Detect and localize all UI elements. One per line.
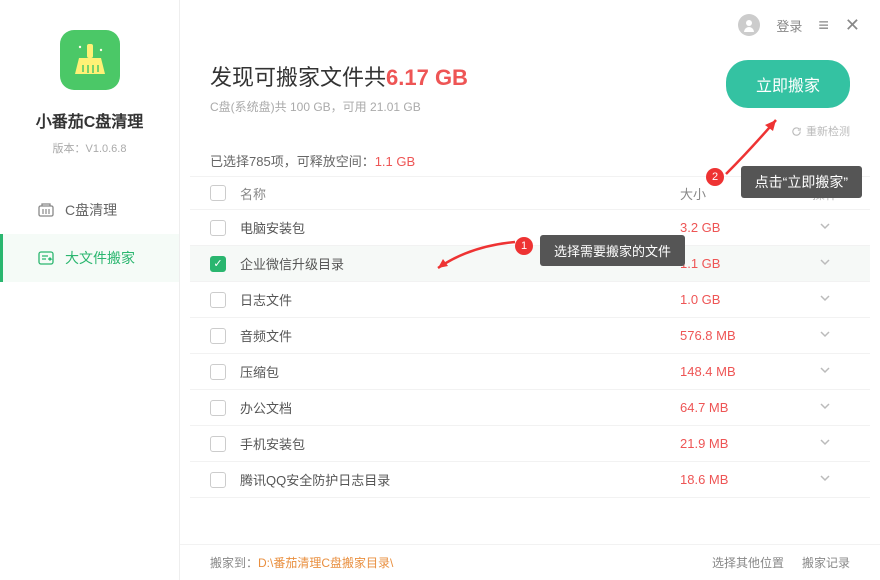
header-title-size: 6.17 GB (386, 65, 468, 90)
row-name: 日志文件 (240, 290, 680, 309)
row-checkbox[interactable] (210, 364, 226, 380)
table-body: 电脑安装包3.2 GB✓企业微信升级目录1.1 GB日志文件1.0 GB音频文件… (190, 210, 870, 498)
login-link[interactable]: 登录 (776, 16, 802, 35)
annotation-badge-1: 1 (515, 237, 533, 255)
header-left: 发现可搬家文件共6.17 GB C盘(系统盘)共 100 GB，可用 21.01… (210, 60, 726, 115)
nav: C盘清理 大文件搬家 (0, 186, 179, 282)
row-checkbox[interactable] (210, 472, 226, 488)
row-name: 音频文件 (240, 326, 680, 345)
app-root: 小番茄C盘清理 版本：V1.0.6.8 C盘清理 大文件搬家 登录 ≡ (0, 0, 880, 580)
menu-icon[interactable]: ≡ (818, 15, 829, 36)
main-panel: 登录 ≡ ✕ 发现可搬家文件共6.17 GB C盘(系统盘)共 100 GB，可… (180, 0, 880, 580)
move-history[interactable]: 搬家记录 (802, 554, 850, 571)
table-row[interactable]: 日志文件1.0 GB (190, 282, 870, 318)
nav-label: C盘清理 (65, 200, 117, 220)
row-checkbox[interactable] (210, 400, 226, 416)
row-checkbox[interactable] (210, 220, 226, 236)
titlebar: 登录 ≡ ✕ (180, 0, 880, 50)
status-value: 1.1 GB (375, 154, 415, 169)
annotation-tooltip-2: 点击“立即搬家” (741, 166, 862, 198)
chevron-down-icon (819, 328, 831, 340)
row-size: 148.4 MB (680, 364, 800, 379)
row-size: 3.2 GB (680, 220, 800, 235)
chevron-down-icon (819, 472, 831, 484)
chevron-down-icon (819, 436, 831, 448)
chevron-down-icon (819, 292, 831, 304)
file-table: 名称 大小 操作 电脑安装包3.2 GB✓企业微信升级目录1.1 GB日志文件1… (190, 176, 870, 544)
chevron-down-icon (819, 256, 831, 268)
header: 发现可搬家文件共6.17 GB C盘(系统盘)共 100 GB，可用 21.01… (180, 50, 880, 115)
row-size: 576.8 MB (680, 328, 800, 343)
row-name: 办公文档 (240, 398, 680, 417)
row-expand[interactable] (800, 256, 850, 271)
move-now-button[interactable]: 立即搬家 (726, 60, 850, 108)
app-version: 版本：V1.0.6.8 (53, 140, 127, 156)
annotation-tooltip-1: 选择需要搬家的文件 (540, 235, 685, 266)
dest-label: 搬家到： (210, 554, 258, 571)
nav-label: 大文件搬家 (65, 248, 135, 268)
row-name: 腾讯QQ安全防护日志目录 (240, 470, 680, 489)
row-checkbox[interactable] (210, 436, 226, 452)
chevron-down-icon (819, 220, 831, 232)
close-icon[interactable]: ✕ (845, 15, 860, 36)
broom-icon (71, 41, 109, 79)
nav-item-disk-clean[interactable]: C盘清理 (0, 186, 179, 234)
row-expand[interactable] (800, 328, 850, 343)
row-size: 21.9 MB (680, 436, 800, 451)
avatar[interactable] (738, 14, 760, 36)
row-checkbox[interactable] (210, 292, 226, 308)
status-prefix: 已选择785项，可释放空间： (210, 154, 375, 169)
table-row[interactable]: 办公文档64.7 MB (190, 390, 870, 426)
dest-path[interactable]: D:\番茄清理C盘搬家目录\ (258, 554, 393, 571)
row-checkbox[interactable] (210, 328, 226, 344)
row-expand[interactable] (800, 400, 850, 415)
header-title-prefix: 发现可搬家文件共 (210, 65, 386, 90)
rescan-link[interactable]: 重新检测 (180, 123, 880, 139)
rescan-label: 重新检测 (806, 123, 850, 139)
row-expand[interactable] (800, 220, 850, 235)
nav-item-move-files[interactable]: 大文件搬家 (0, 234, 179, 282)
table-row[interactable]: 音频文件576.8 MB (190, 318, 870, 354)
user-icon (742, 18, 756, 32)
header-subtitle: C盘(系统盘)共 100 GB，可用 21.01 GB (210, 98, 726, 115)
table-row[interactable]: 手机安装包21.9 MB (190, 426, 870, 462)
row-expand[interactable] (800, 364, 850, 379)
refresh-icon (791, 126, 802, 137)
row-name: 压缩包 (240, 362, 680, 381)
row-name: 手机安装包 (240, 434, 680, 453)
row-size: 1.1 GB (680, 256, 800, 271)
annotation-badge-2: 2 (706, 168, 724, 186)
disk-clean-icon (37, 201, 55, 219)
row-size: 64.7 MB (680, 400, 800, 415)
chevron-down-icon (819, 400, 831, 412)
app-title: 小番茄C盘清理 (36, 108, 144, 132)
table-row[interactable]: 压缩包148.4 MB (190, 354, 870, 390)
table-row[interactable]: 腾讯QQ安全防护日志目录18.6 MB (190, 462, 870, 498)
header-title: 发现可搬家文件共6.17 GB (210, 60, 726, 92)
col-header-name: 名称 (240, 184, 680, 203)
app-logo (60, 30, 120, 90)
row-size: 18.6 MB (680, 472, 800, 487)
sidebar: 小番茄C盘清理 版本：V1.0.6.8 C盘清理 大文件搬家 (0, 0, 180, 580)
row-expand[interactable] (800, 292, 850, 307)
row-expand[interactable] (800, 436, 850, 451)
choose-other-location[interactable]: 选择其他位置 (712, 554, 784, 571)
chevron-down-icon (819, 364, 831, 376)
select-all-checkbox[interactable] (210, 185, 226, 201)
move-file-icon (37, 249, 55, 267)
row-checkbox[interactable]: ✓ (210, 256, 226, 272)
row-expand[interactable] (800, 472, 850, 487)
footer: 搬家到： D:\番茄清理C盘搬家目录\ 选择其他位置 搬家记录 (180, 544, 880, 580)
row-size: 1.0 GB (680, 292, 800, 307)
